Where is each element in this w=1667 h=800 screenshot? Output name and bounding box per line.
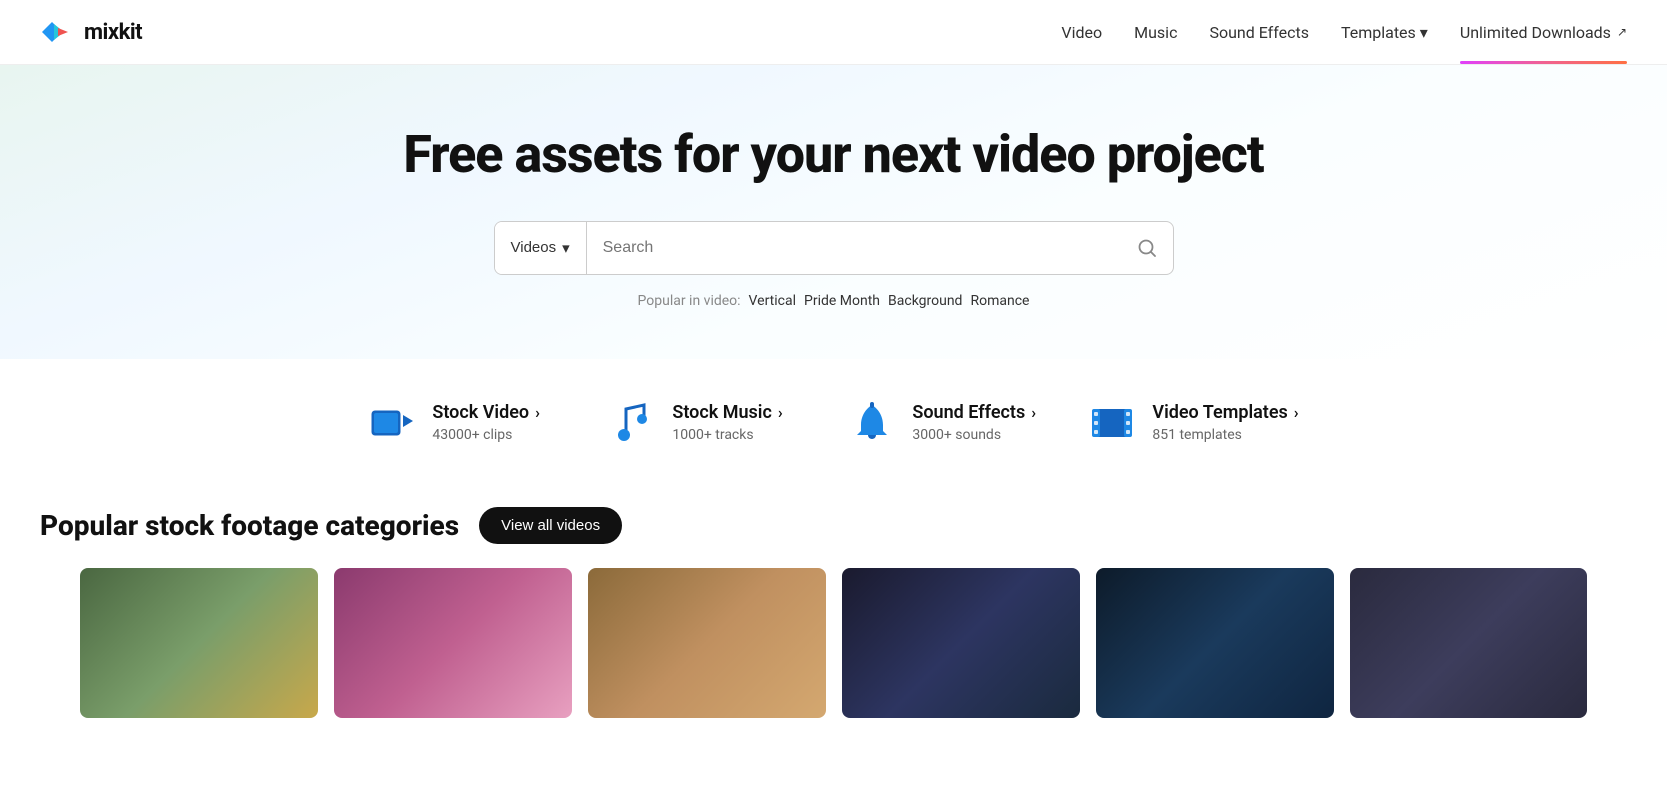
popular-section: Popular stock footage categories View al…: [0, 477, 1667, 738]
search-type-dropdown[interactable]: Videos ▾: [495, 222, 587, 274]
arrow-right-icon: ›: [778, 403, 783, 422]
video-templates-info: Video Templates › 851 templates: [1152, 402, 1298, 443]
video-card-6[interactable]: [1350, 568, 1587, 718]
stock-video-count: 43000+ clips: [432, 427, 540, 443]
arrow-right-icon: ›: [1294, 403, 1299, 422]
nav-unlimited-downloads[interactable]: Unlimited Downloads ↗: [1460, 23, 1627, 42]
video-templates-count: 851 templates: [1152, 427, 1298, 443]
tag-romance[interactable]: Romance: [970, 293, 1029, 309]
popular-tags: Popular in video: Vertical Pride Month B…: [20, 293, 1647, 309]
logo-text: mixkit: [84, 20, 142, 45]
nav-templates[interactable]: Templates ▾: [1341, 23, 1428, 42]
stock-music-info: Stock Music › 1000+ tracks: [672, 402, 782, 443]
main-nav: Video Music Sound Effects Templates ▾ Un…: [1061, 23, 1627, 42]
nav-video[interactable]: Video: [1061, 23, 1102, 42]
video-card-4[interactable]: [842, 568, 1080, 718]
search-bar: Videos ▾: [494, 221, 1174, 275]
category-stock-video[interactable]: Stock Video › 43000+ clips: [368, 399, 568, 447]
stock-video-info: Stock Video › 43000+ clips: [432, 402, 540, 443]
arrow-right-icon: ›: [535, 403, 540, 422]
arrow-right-icon: ›: [1031, 403, 1036, 422]
sound-effects-info: Sound Effects › 3000+ sounds: [912, 402, 1036, 443]
nav-sound-effects[interactable]: Sound Effects: [1209, 23, 1309, 42]
dropdown-chevron-icon: ▾: [562, 239, 570, 257]
popular-section-title: Popular stock footage categories: [40, 509, 459, 542]
popular-header: Popular stock footage categories View al…: [40, 507, 1627, 544]
tag-vertical[interactable]: Vertical: [749, 293, 796, 309]
hero-section: Free assets for your next video project …: [0, 65, 1667, 359]
logo[interactable]: mixkit: [40, 18, 142, 46]
sound-effects-title: Sound Effects ›: [912, 402, 1036, 423]
header: mixkit Video Music Sound Effects Templat…: [0, 0, 1667, 65]
video-card-1[interactable]: [80, 568, 318, 718]
unlimited-underline: [1460, 61, 1627, 64]
logo-icon: [40, 18, 76, 46]
search-icon: [1137, 238, 1157, 258]
film-strip-icon: [1088, 399, 1136, 447]
video-card-3[interactable]: [588, 568, 826, 718]
category-sound-effects[interactable]: Sound Effects › 3000+ sounds: [848, 399, 1048, 447]
tag-background[interactable]: Background: [888, 293, 962, 309]
stock-music-title: Stock Music ›: [672, 402, 782, 423]
bell-icon: [848, 399, 896, 447]
tag-pride-month[interactable]: Pride Month: [804, 293, 880, 309]
music-note-icon: [608, 399, 656, 447]
stock-video-title: Stock Video ›: [432, 402, 540, 423]
video-card-5[interactable]: [1096, 568, 1334, 718]
stock-music-count: 1000+ tracks: [672, 427, 782, 443]
hero-title: Free assets for your next video project: [20, 125, 1647, 185]
view-all-videos-button[interactable]: View all videos: [479, 507, 622, 544]
search-container: Videos ▾: [20, 221, 1647, 275]
category-video-templates[interactable]: Video Templates › 851 templates: [1088, 399, 1298, 447]
search-input[interactable]: [587, 222, 1121, 274]
chevron-down-icon: ▾: [1420, 23, 1428, 42]
popular-label: Popular in video:: [638, 293, 741, 309]
video-camera-icon: [368, 399, 416, 447]
search-submit-button[interactable]: [1121, 222, 1173, 274]
external-link-icon: ↗: [1617, 25, 1627, 39]
video-templates-title: Video Templates ›: [1152, 402, 1298, 423]
category-stock-music[interactable]: Stock Music › 1000+ tracks: [608, 399, 808, 447]
video-card-2[interactable]: [334, 568, 572, 718]
video-grid: [40, 568, 1627, 718]
sound-effects-count: 3000+ sounds: [912, 427, 1036, 443]
nav-music[interactable]: Music: [1134, 23, 1177, 42]
category-section: Stock Video › 43000+ clips Stock Music ›…: [0, 359, 1667, 477]
